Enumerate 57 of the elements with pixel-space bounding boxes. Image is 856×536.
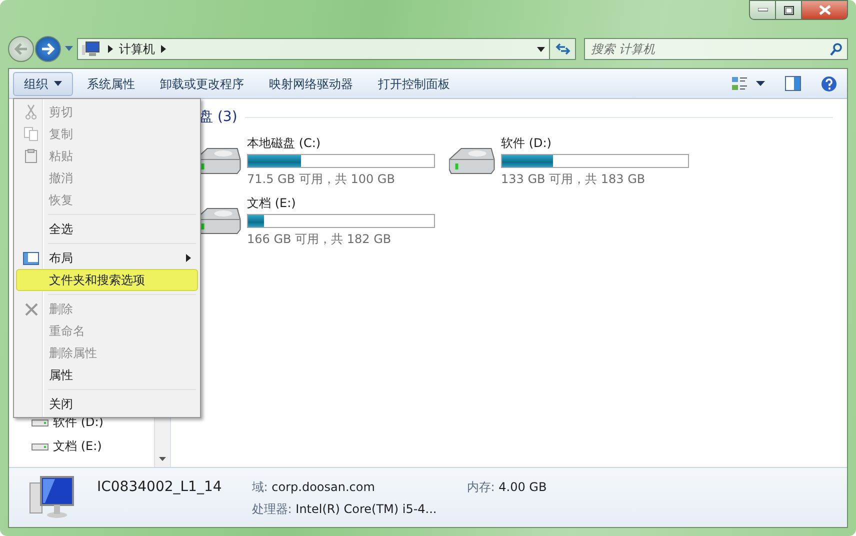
chevron-icon[interactable] [161,45,166,53]
hard-drive-icon [449,148,495,174]
address-bar[interactable]: 计算机 [77,38,550,60]
toolbar-button[interactable]: 打开控制面板 [367,72,461,96]
free-space-text: 166 GB 可用，共 182 GB [247,231,392,248]
scroll-down-icon[interactable] [159,457,166,461]
caret-icon[interactable] [537,46,545,52]
field-value: Intel(R) Core(TM) i5-4... [296,502,437,516]
computer-icon [82,41,100,57]
free-space-text: 71.5 GB 可用，共 100 GB [247,171,396,188]
back-button[interactable] [8,36,34,62]
field-label: 处理器: [252,502,292,516]
computer-icon [27,474,77,520]
field-label: 内存: [466,480,495,494]
drive-name[interactable]: 本地磁盘 (C:) [247,134,435,152]
refresh-icon[interactable] [554,42,570,56]
search-field[interactable]: 搜索 计算机 [584,38,848,60]
toolbar-button[interactable]: 组织 [13,72,73,96]
minimize-icon[interactable] [758,8,768,12]
drive-name[interactable]: 文档 (E:) [247,194,435,212]
search-icon[interactable] [830,43,842,56]
menu-item[interactable]: 属性 [16,364,198,386]
layout-icon [23,252,39,264]
maximize-button[interactable] [776,0,802,20]
clipboard-icon [25,149,37,163]
view-icon[interactable] [732,76,748,92]
menu-item[interactable]: 布局 [16,247,198,269]
free-space-text: 133 GB 可用，共 183 GB [501,171,646,188]
drive-name[interactable]: 软件 (D:) [501,134,689,152]
caret-icon[interactable] [756,81,765,86]
copy-icon [24,127,38,141]
forward-button[interactable] [35,36,61,62]
field-label: 域: [252,480,268,494]
field-value: corp.doosan.com [272,480,375,494]
toolbar-button[interactable]: 系统属性 [76,72,146,96]
refresh-button[interactable] [550,38,576,60]
menu-item[interactable]: 关闭 [16,393,198,415]
menu-item[interactable]: 文件夹和搜索选项 [16,269,198,291]
nav-item[interactable]: 文档 (E:) [53,437,102,455]
help-icon[interactable] [821,76,837,92]
delete-icon [24,302,38,316]
field-value: 4.00 GB [498,480,547,494]
scissors-icon [25,104,37,120]
minimize-button[interactable] [749,0,776,20]
maximize-icon[interactable] [784,6,794,14]
computer-name: IC0834002_L1_14 [97,478,222,497]
preview-pane-icon[interactable] [785,76,801,91]
close-icon[interactable] [818,5,830,15]
address-segment[interactable]: 计算机 [119,40,155,58]
toolbar-button[interactable]: 映射网络驱动器 [258,72,364,96]
arrow-right-icon[interactable] [41,43,55,55]
chevron-icon[interactable] [108,45,113,53]
caret-icon[interactable] [54,81,62,86]
toolbar-button[interactable]: 卸载或更改程序 [149,72,255,96]
drive-icon [31,441,49,451]
menu-item[interactable]: 全选 [16,218,198,240]
close-button[interactable] [802,0,848,20]
